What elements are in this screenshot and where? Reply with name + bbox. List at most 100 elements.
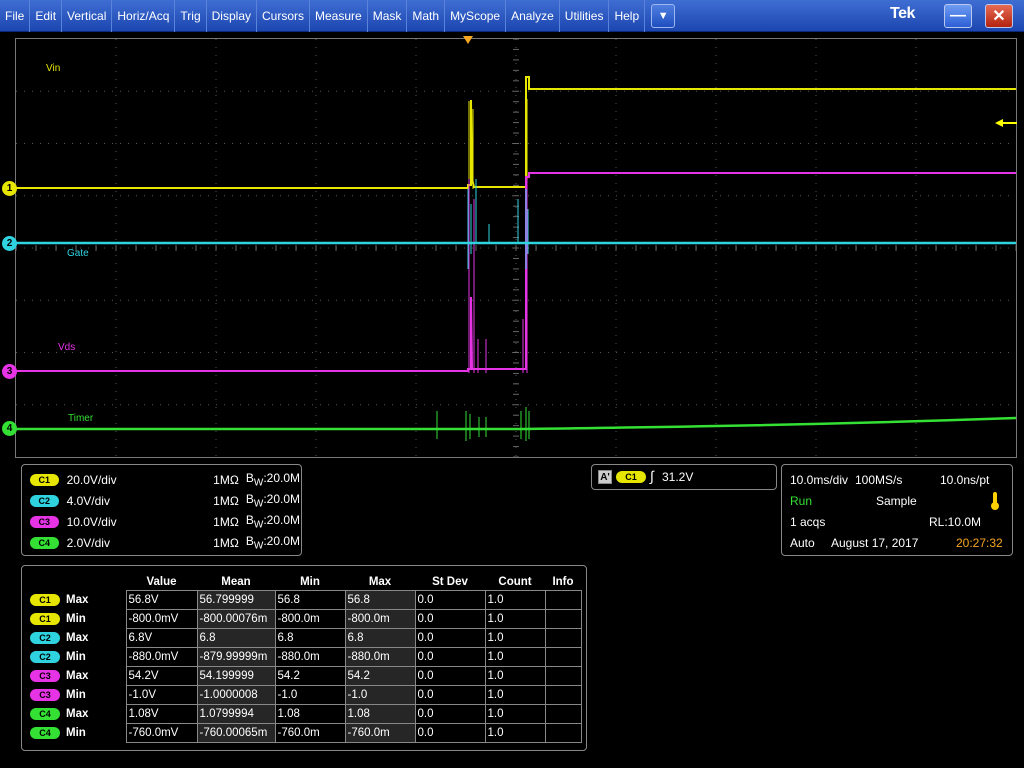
- measurement-value: -800.0mV: [125, 608, 198, 629]
- menu-dropdown-button[interactable]: ▼: [651, 3, 676, 28]
- acq-count: 1 acqs: [790, 515, 826, 529]
- measurement-count: 1.0: [484, 722, 546, 743]
- menu-file[interactable]: File: [0, 0, 31, 32]
- menu-measure[interactable]: Measure: [310, 0, 368, 32]
- source-badge: C1: [30, 612, 60, 625]
- menu-analyze[interactable]: Analyze: [506, 0, 560, 32]
- measurement-min: -800.0m: [274, 608, 346, 629]
- source-badge: C3: [30, 669, 60, 682]
- menu-myscope[interactable]: MyScope: [445, 0, 507, 32]
- ch4-ground-marker[interactable]: 4: [2, 421, 17, 436]
- ch4-bandwidth: BW:20.0M: [245, 534, 300, 552]
- ch1-label: Vin: [46, 63, 61, 74]
- ch4-readout[interactable]: C4 2.0V/div 1MΩ BW:20.0M: [30, 534, 300, 552]
- trigger-level-marker[interactable]: [995, 119, 1003, 127]
- acquisition-readout-panel[interactable]: 10.0ms/div 100MS/s 10.0ns/pt Run Sample …: [781, 464, 1013, 556]
- ch4-label: Timer: [68, 413, 94, 424]
- measurement-min: 54.2: [274, 665, 346, 686]
- ch1-readout[interactable]: C1 20.0V/div 1MΩ BW:20.0M: [30, 471, 300, 489]
- tek-logo: Tek: [890, 5, 915, 22]
- graticule[interactable]: [15, 38, 1017, 458]
- menu-cursors[interactable]: Cursors: [257, 0, 311, 32]
- trigger-mode: Auto: [790, 536, 815, 550]
- channel-readout-panel[interactable]: C1 20.0V/div 1MΩ BW:20.0M C2 4.0V/div 1M…: [21, 464, 302, 556]
- menu-display[interactable]: Display: [207, 0, 257, 32]
- measurement-row[interactable]: C1 Min -800.0mV -800.00076m -800.0m -800.0m 0.…: [28, 608, 582, 629]
- menu-help[interactable]: Help: [609, 0, 646, 32]
- measurement-max: 56.8: [344, 589, 416, 610]
- thermometer-icon: [991, 492, 999, 510]
- measurement-row[interactable]: C1 Max 56.8V 56.799999 56.8 56.8 0.0 1.0: [28, 589, 582, 610]
- trigger-source-badge: C1: [616, 471, 646, 483]
- measurement-panel[interactable]: Value Mean Min Max St Dev Count Info C1 M…: [21, 565, 587, 751]
- header-min: Min: [300, 575, 320, 588]
- rising-edge-icon: ∫: [650, 468, 654, 484]
- ch3-bandwidth: BW:20.0M: [245, 513, 300, 531]
- measurement-mean: -1.0000008: [196, 684, 276, 705]
- measurement-count: 1.0: [484, 627, 546, 648]
- measurement-row[interactable]: C2 Min -880.0mV -879.99999m -880.0m -880.0m 0.…: [28, 646, 582, 667]
- measurement-count: 1.0: [484, 703, 546, 724]
- measurement-stdev: 0.0: [414, 684, 486, 705]
- measurement-row[interactable]: C3 Max 54.2V 54.199999 54.2 54.2 0.0 1.0: [28, 665, 582, 686]
- date: August 17, 2017: [831, 536, 919, 550]
- measurement-min: 56.8: [274, 589, 346, 610]
- ch3-readout[interactable]: C3 10.0V/div 1MΩ BW:20.0M: [30, 513, 300, 531]
- header-value: Value: [146, 575, 177, 588]
- measurement-min: 1.08: [274, 703, 346, 724]
- header-max: Max: [368, 575, 392, 588]
- acq-mode: Sample: [876, 494, 917, 508]
- measurement-value: 56.8V: [125, 589, 198, 610]
- measurement-info: [544, 722, 582, 743]
- measurement-type: Max: [66, 631, 89, 644]
- measurement-stdev: 0.0: [414, 703, 486, 724]
- ch2-impedance: 1MΩ: [213, 494, 239, 508]
- measurement-info: [544, 684, 582, 705]
- source-badge: C2: [30, 650, 60, 663]
- measurement-row[interactable]: C4 Max 1.08V 1.0799994 1.08 1.08 0.0 1.0: [28, 703, 582, 724]
- measurement-row[interactable]: C2 Max 6.8V 6.8 6.8 6.8 0.0 1.0: [28, 627, 582, 648]
- measurement-max: 54.2: [344, 665, 416, 686]
- menu-math[interactable]: Math: [407, 0, 446, 32]
- trigger-position-marker[interactable]: [463, 36, 473, 44]
- minimize-button[interactable]: —: [944, 4, 972, 28]
- ch3-scale: 10.0V/div: [66, 515, 117, 529]
- menu-horiz-acq[interactable]: Horiz/Acq: [112, 0, 176, 32]
- header-info: Info: [552, 575, 574, 588]
- menu-vertical[interactable]: Vertical: [62, 0, 113, 32]
- measurement-info: [544, 589, 582, 610]
- ch3-impedance: 1MΩ: [213, 515, 239, 529]
- measurement-count: 1.0: [484, 684, 546, 705]
- sample-rate: 100MS/s: [855, 473, 903, 487]
- ch4-trace-glitch: [436, 407, 530, 441]
- menu-mask[interactable]: Mask: [368, 0, 408, 32]
- measurement-row[interactable]: C3 Min -1.0V -1.0000008 -1.0 -1.0 0.0 1.0: [28, 684, 582, 705]
- measurement-header-row: Value Mean Min Max St Dev Count Info: [28, 574, 581, 590]
- measurement-mean: -800.00076m: [196, 608, 276, 629]
- ch1-ground-marker[interactable]: 1: [2, 181, 17, 196]
- measurement-type: Min: [66, 650, 86, 663]
- ch2-ground-marker[interactable]: 2: [2, 236, 17, 251]
- measurement-count: 1.0: [484, 646, 546, 667]
- ch3-badge: C3: [30, 516, 59, 528]
- trigger-readout-panel[interactable]: A' C1 ∫ 31.2V: [591, 464, 777, 490]
- resolution: 10.0ns/pt: [940, 473, 990, 487]
- menu-utilities[interactable]: Utilities: [560, 0, 610, 32]
- menu-trig[interactable]: Trig: [175, 0, 207, 32]
- measurement-row[interactable]: C4 Min -760.0mV -760.00065m -760.0m -760.0m 0.…: [28, 722, 582, 743]
- ch3-ground-marker[interactable]: 3: [2, 364, 17, 379]
- ch1-badge: C1: [30, 474, 59, 486]
- ch2-readout[interactable]: C2 4.0V/div 1MΩ BW:20.0M: [30, 492, 300, 510]
- measurement-info: [544, 627, 582, 648]
- measurement-info: [544, 665, 582, 686]
- menu-edit[interactable]: Edit: [30, 0, 63, 32]
- header-stdev: St Dev: [432, 575, 468, 588]
- measurement-max: -760.0m: [344, 722, 416, 743]
- waveform-display[interactable]: Vin Gate Vds Timer 1 2 3 4: [0, 32, 1024, 460]
- ch1-bandwidth: BW:20.0M: [245, 471, 300, 489]
- measurement-max: -800.0m: [344, 608, 416, 629]
- close-button[interactable]: ✕: [985, 4, 1013, 28]
- header-mean: Mean: [221, 575, 251, 588]
- waveform-traces: [16, 76, 1016, 441]
- measurement-count: 1.0: [484, 665, 546, 686]
